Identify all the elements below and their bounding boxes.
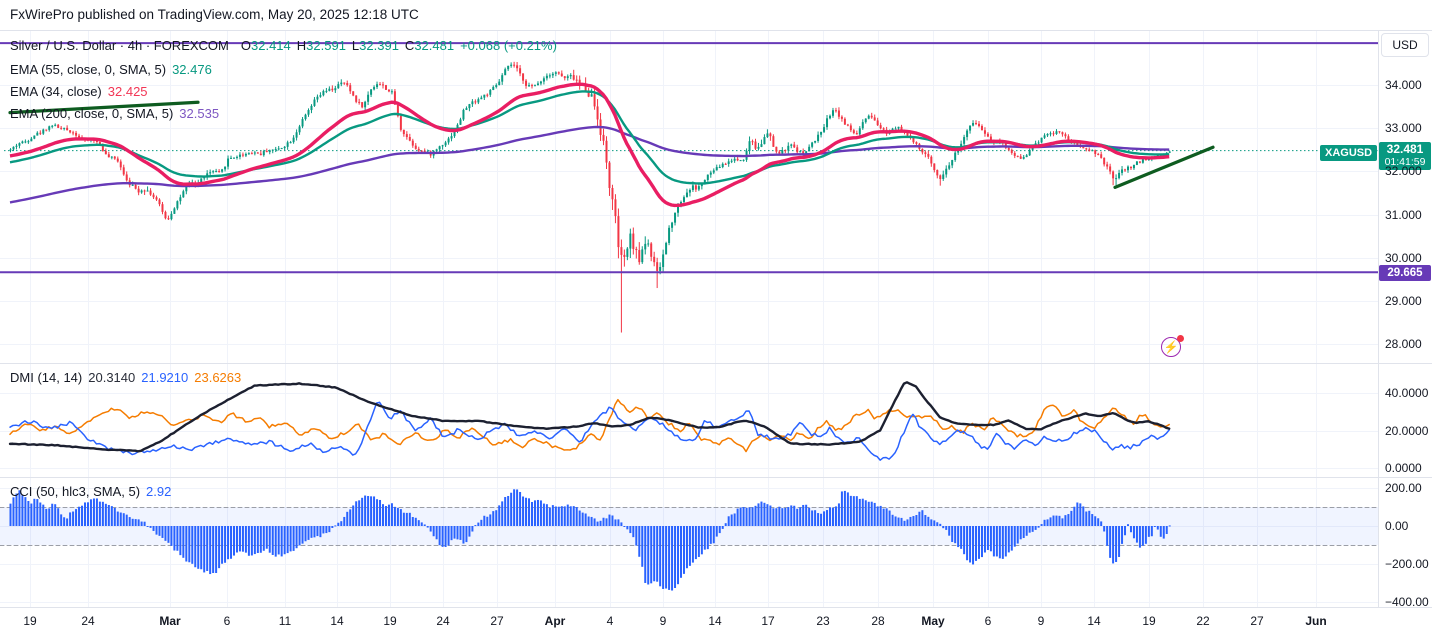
price-tick: 33.000: [1385, 121, 1422, 136]
tradingview-chart-window: { "header": { "title": "FxWirePro publis…: [0, 0, 1432, 643]
symbol-price-label-badge: XAGUSD: [1320, 145, 1378, 161]
ema200-legend-row[interactable]: EMA (200, close, 0, SMA, 5) 32.535: [10, 104, 219, 122]
cci-value: 2.92: [146, 483, 172, 499]
dmi-legend-row[interactable]: DMI (14, 14) 20.3140 21.9210 23.6263: [10, 368, 241, 386]
time-axis-label[interactable]: 14: [1087, 614, 1100, 628]
dmi-adx-value: 20.3140: [88, 369, 136, 385]
dmi-tick: 40.0000: [1385, 386, 1429, 400]
symbol-title: Silver / U.S. Dollar · 4h · FOREXCOM: [10, 37, 229, 53]
price-level-value: 29.665: [1387, 267, 1423, 279]
time-axis-label[interactable]: 19: [23, 614, 36, 628]
time-axis-label[interactable]: 24: [81, 614, 94, 628]
time-axis-label[interactable]: Mar: [159, 614, 180, 628]
ema34-value: 32.425: [107, 83, 148, 99]
time-axis-label[interactable]: 9: [1038, 614, 1045, 628]
time-axis-label[interactable]: 27: [490, 614, 503, 628]
price-tick: 30.000: [1385, 250, 1422, 265]
dmi-tick: 20.0000: [1385, 423, 1429, 438]
time-axis-label[interactable]: May: [921, 614, 944, 628]
ema34-label: EMA (34, close): [10, 83, 102, 99]
ema200-value: 32.535: [179, 105, 220, 121]
price-tick: 28.000: [1385, 337, 1422, 352]
pane-separator-main-dmi[interactable]: [0, 363, 1432, 364]
ohlc-key: C: [404, 37, 415, 53]
price-change: +0.068 (+0.21%): [460, 37, 557, 53]
time-axis-label[interactable]: 19: [1142, 614, 1155, 628]
cci-tick: 200.00: [1385, 481, 1422, 495]
time-axis-label[interactable]: 24: [436, 614, 449, 628]
time-axis-label[interactable]: 14: [708, 614, 721, 628]
ohlc-key: O: [240, 37, 251, 53]
chart-top-border: [0, 30, 1432, 31]
time-axis-label[interactable]: 4: [607, 614, 614, 628]
time-axis-label[interactable]: 14: [330, 614, 343, 628]
time-axis-label[interactable]: 28: [871, 614, 884, 628]
ema34-legend-row[interactable]: EMA (34, close) 32.425: [10, 82, 148, 100]
ema200-label: EMA (200, close, 0, SMA, 5): [10, 105, 174, 121]
symbol-badge-text: XAGUSD: [1325, 147, 1373, 159]
currency-usd-button[interactable]: USD: [1381, 33, 1429, 57]
time-axis-label[interactable]: Apr: [545, 614, 566, 628]
ema55-legend-row[interactable]: EMA (55, close, 0, SMA, 5) 32.476: [10, 60, 212, 78]
publish-header: FxWirePro published on TradingView.com, …: [0, 0, 1432, 30]
time-axis-label[interactable]: 22: [1196, 614, 1209, 628]
time-axis-label[interactable]: 27: [1250, 614, 1263, 628]
dmi-plusdi-value: 21.9210: [141, 369, 189, 385]
time-axis-label[interactable]: 6: [224, 614, 231, 628]
time-axis-label[interactable]: 6: [985, 614, 992, 628]
publish-header-title: FxWirePro published on TradingView.com, …: [10, 7, 419, 22]
price-tick: 31.000: [1385, 207, 1422, 222]
time-axis-label[interactable]: 23: [816, 614, 829, 628]
price-chart-canvas[interactable]: [0, 0, 1432, 643]
time-axis-label[interactable]: 17: [761, 614, 774, 628]
pane-separator-dmi-cci[interactable]: [0, 477, 1432, 478]
ohlc-value: 32.481: [414, 37, 455, 53]
time-axis-label[interactable]: 11: [279, 614, 291, 628]
ohlc-values: O32.414 H32.591 L32.391 C32.481: [235, 38, 454, 53]
time-axis-label[interactable]: 19: [383, 614, 396, 628]
cci-legend-row[interactable]: CCI (50, hlc3, SMA, 5) 2.92: [10, 482, 171, 500]
ohlc-value: 32.591: [306, 37, 346, 53]
last-price-value: 32.481: [1386, 142, 1424, 156]
ema55-value: 32.476: [172, 61, 212, 77]
cci-tick: −400.00: [1385, 595, 1429, 609]
dmi-minusdi-value: 23.6263: [194, 369, 242, 385]
dmi-tick: 0.0000: [1385, 461, 1422, 475]
cci-tick: 0.00: [1385, 519, 1409, 533]
price-tick: 29.000: [1385, 294, 1422, 308]
ohlc-value: 32.414: [251, 37, 291, 53]
price-tick: 32.000: [1385, 164, 1422, 179]
quick-action-button[interactable]: ⚡: [1160, 335, 1184, 359]
cci-tick: −200.00: [1385, 557, 1429, 571]
symbol-legend-row[interactable]: Silver / U.S. Dollar · 4h · FOREXCOM O32…: [10, 36, 557, 54]
pane-separator-time-axis: [0, 607, 1432, 608]
time-axis-label[interactable]: 9: [660, 614, 667, 628]
ohlc-key: H: [296, 37, 307, 53]
dmi-label: DMI (14, 14): [10, 369, 83, 385]
time-axis-label[interactable]: Jun: [1305, 614, 1326, 628]
notification-dot: [1177, 335, 1184, 342]
ema55-label: EMA (55, close, 0, SMA, 5): [10, 61, 167, 77]
price-axis-border: [1378, 30, 1379, 607]
ohlc-value: 32.391: [359, 37, 399, 53]
price-tick: 34.000: [1385, 78, 1422, 92]
cci-label: CCI (50, hlc3, SMA, 5): [10, 483, 141, 499]
price-level-badge: 29.665: [1379, 265, 1431, 281]
